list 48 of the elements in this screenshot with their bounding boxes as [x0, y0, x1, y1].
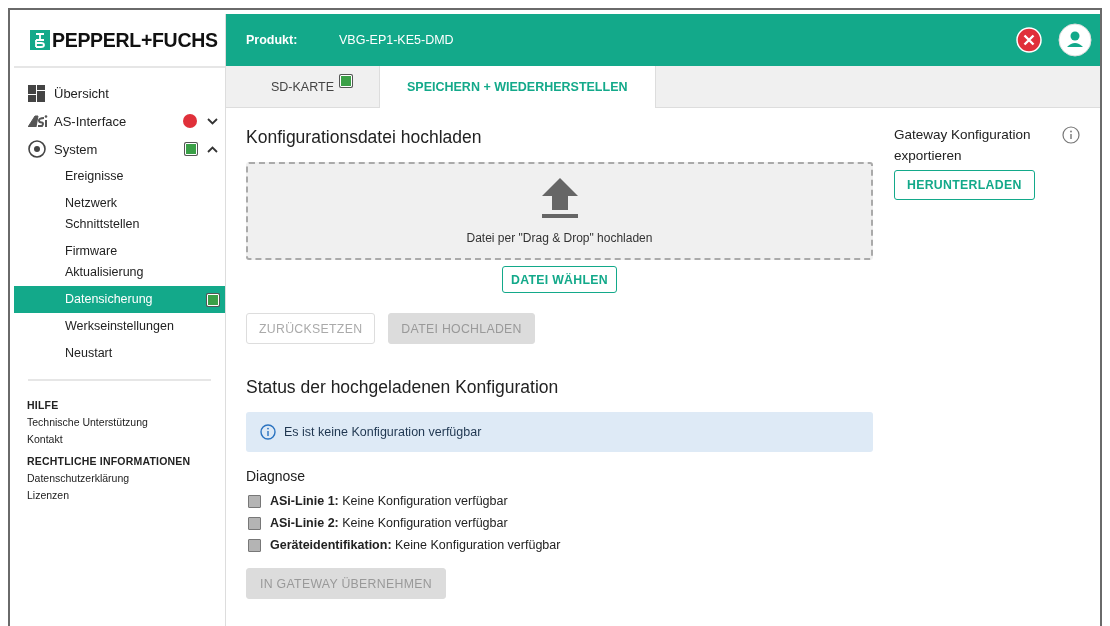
chevron-up-icon[interactable]	[206, 145, 218, 153]
diagnose-text: ASi-Linie 2: Keine Konfiguration verfügbar	[270, 516, 508, 530]
nav-label: Werkseinstellungen	[65, 318, 175, 335]
nav-item[interactable]: AS-Interface	[14, 107, 225, 135]
footer-link[interactable]: Kontakt	[14, 433, 225, 445]
info-icon[interactable]	[1062, 126, 1080, 144]
upload-icon	[540, 177, 579, 219]
tab[interactable]: SD-KARTE	[226, 66, 380, 107]
section-title: Konfigurationsdatei hochladen	[246, 127, 483, 148]
nav-label: Übersicht	[54, 85, 110, 101]
nav-label: Firmware Aktualisierung	[65, 243, 145, 281]
nav-subitem[interactable]: Firmware Aktualisierung	[14, 238, 225, 286]
chevron-down-icon[interactable]	[206, 117, 218, 125]
radio-circle-icon	[28, 140, 46, 158]
product-value: VBG-EP1-KE5-DMD	[339, 33, 455, 47]
section-heading: RECHTLICHE INFORMATIONEN	[26, 455, 192, 467]
nav-subitem[interactable]: Ereignisse	[14, 163, 225, 190]
diagnose-text: ASi-Linie 1: Keine Konfiguration verfügbar	[270, 494, 508, 508]
export-title: Gateway Konfiguration exportieren	[894, 126, 1032, 165]
nav-label: System	[54, 141, 99, 157]
footer-link[interactable]: Datenschutzerklärung	[14, 472, 225, 484]
diagnose-text: Geräteidentifikation: Keine Konfiguration verfügbar	[270, 538, 561, 552]
dashboard-icon	[28, 84, 45, 102]
close-icon[interactable]	[1016, 27, 1042, 53]
nav-label: Neustart	[65, 345, 114, 362]
nav-label: Netzwerk Schnittstellen	[65, 195, 141, 233]
section-heading: HILFE	[26, 399, 60, 411]
nav-item[interactable]: Übersicht	[14, 79, 225, 107]
nav-item[interactable]: System	[14, 135, 225, 163]
nav-subitem[interactable]: Netzwerk Schnittstellen	[14, 190, 225, 238]
subsection-title: Diagnose	[246, 468, 307, 484]
asi-logo-icon	[28, 115, 48, 127]
nav-subitem[interactable]: Neustart	[14, 340, 225, 367]
product-label: Produkt:	[246, 33, 299, 47]
nav-label: Ereignisse	[65, 168, 125, 185]
info-icon	[260, 424, 276, 440]
section-title: Status der hochgeladenen Konfiguration	[246, 377, 560, 398]
drop-zone-hint: Datei per "Drag & Drop" hochladen	[466, 231, 653, 245]
file-drop-zone[interactable]: Datei per "Drag & Drop" hochladen	[246, 162, 873, 260]
logo-icon	[30, 30, 50, 50]
user-avatar-icon[interactable]	[1058, 23, 1092, 57]
logo-text: PEPPERL+FUCHS	[52, 28, 218, 52]
nav-label: Datensicherung	[65, 291, 154, 308]
footer-link[interactable]: Lizenzen	[14, 489, 225, 501]
footer-link[interactable]: Technische Unterstützung	[14, 416, 225, 428]
info-message: Es ist keine Konfiguration verfügbar	[284, 425, 482, 439]
nav-label: AS-Interface	[54, 113, 128, 129]
nav-subitem[interactable]: Werkseinstellungen	[14, 313, 225, 340]
